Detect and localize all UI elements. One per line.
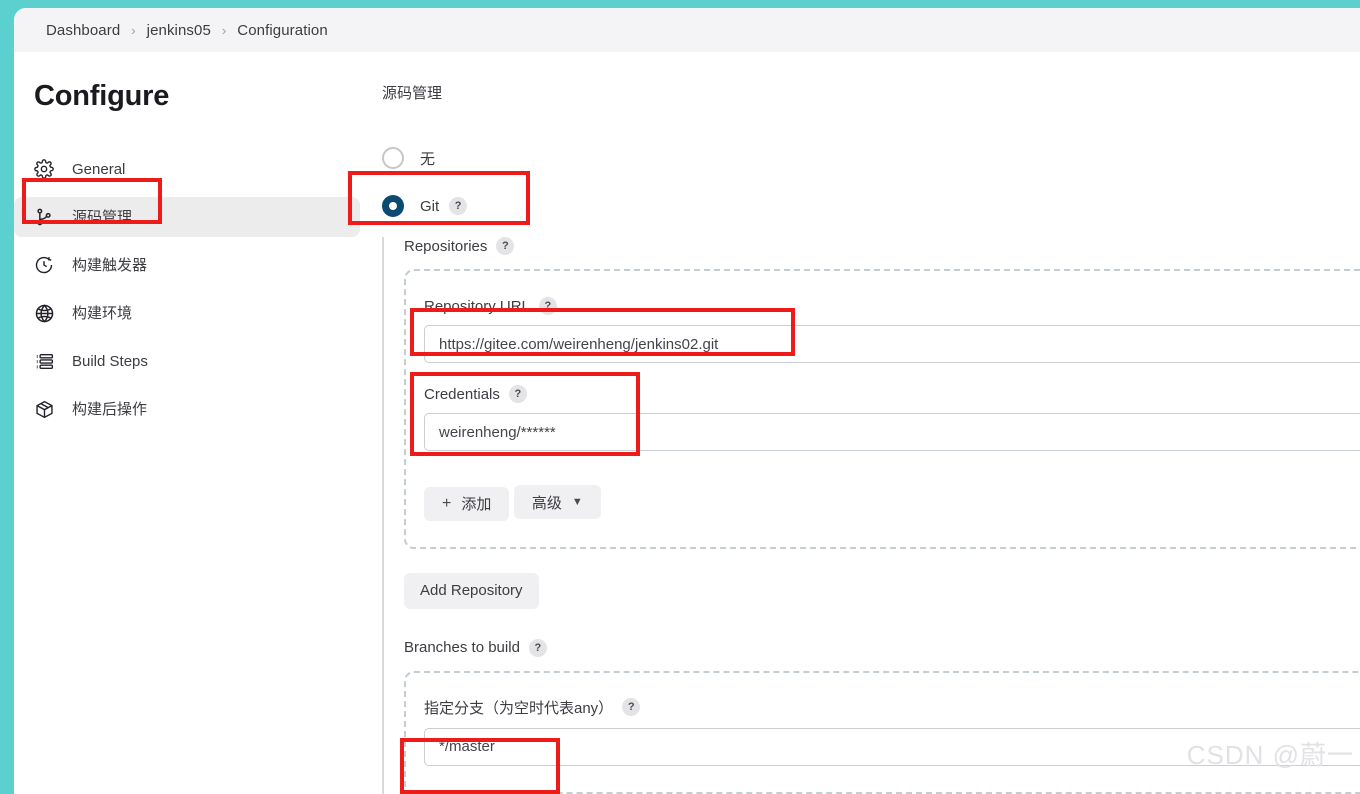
branches-label-row: Branches to build ? [404,638,1360,657]
advanced-label: 高级 [531,494,562,512]
breadcrumb-item-configuration[interactable]: Configuration [237,22,328,39]
sidebar-item-build-steps[interactable]: Build Steps [14,341,360,381]
sidebar-item-label: 构建环境 [72,304,133,322]
radio-none[interactable] [382,147,404,169]
repository-group: Repository URL ? https://gitee.com/weire… [404,269,1360,549]
breadcrumb-separator-icon: › [131,22,136,38]
credentials-label-row: Credentials ? [424,385,1360,403]
help-icon[interactable]: ? [496,237,515,255]
credentials-label: Credentials [424,385,500,403]
breadcrumb-item-jenkins05[interactable]: jenkins05 [147,22,211,39]
package-icon [32,397,56,421]
credentials-field: Credentials ? weirenheng/****** [424,385,1360,451]
advanced-button[interactable]: 高级 ▼ [513,485,601,519]
sidebar: Configure General 源码管理 构建触发器 构建环境 Build … [14,52,360,794]
repositories-label-row: Repositories ? [404,237,1360,255]
main-content: 源码管理 无 Git ? Repositories ? Repository U… [360,52,1360,794]
repository-url-label-row: Repository URL ? [424,297,1360,315]
branches-to-build-label: Branches to build [404,639,520,656]
add-credentials-button[interactable]: + 添加 [424,486,510,521]
scm-option-label: 无 [420,150,436,168]
list-icon [32,349,56,373]
repositories-label: Repositories [404,237,488,255]
browser-page: Dashboard › jenkins05 › Configuration Co… [14,8,1360,794]
branch-specifier-label-row: 指定分支（为空时代表any） ? [424,697,1360,718]
gear-icon [32,157,56,181]
sidebar-item-post-build-actions[interactable]: 构建后操作 [14,389,360,429]
section-title: 源码管理 [382,85,443,102]
sidebar-item-label: Build Steps [72,352,148,370]
scm-option-none[interactable]: 无 [360,141,1360,175]
plus-icon: + [442,494,452,512]
add-repository-button[interactable]: Add Repository [404,572,539,609]
scm-option-git[interactable]: Git ? [360,189,1360,223]
breadcrumb-item-dashboard[interactable]: Dashboard [46,22,120,39]
add-credentials-label: 添加 [461,496,492,513]
branch-group: 指定分支（为空时代表any） ? */master [404,670,1360,794]
help-icon[interactable]: ? [449,197,468,215]
help-icon[interactable]: ? [528,638,547,657]
git-branch-icon [32,205,56,229]
scm-option-label: Git [420,197,440,215]
sidebar-item-label: 构建后操作 [72,400,148,418]
page-title: Configure [34,80,170,112]
branch-specifier-label: 指定分支（为空时代表any） [424,699,614,717]
help-icon[interactable]: ? [622,698,641,716]
sidebar-item-general[interactable]: General [14,149,360,189]
breadcrumb: Dashboard › jenkins05 › Configuration [14,8,1360,52]
sidebar-item-build-triggers[interactable]: 构建触发器 [14,245,360,285]
radio-git[interactable] [382,195,404,217]
sidebar-item-label: 源码管理 [72,208,133,226]
help-icon[interactable]: ? [508,385,527,403]
chevron-down-icon: ▼ [571,496,583,508]
repository-url-label: Repository URL [424,297,530,315]
breadcrumb-separator-icon: › [221,22,227,38]
credentials-select[interactable]: weirenheng/****** [424,413,1360,451]
sidebar-item-build-environment[interactable]: 构建环境 [14,293,360,333]
page-body: Configure General 源码管理 构建触发器 构建环境 Build … [14,52,1360,794]
help-icon[interactable]: ? [538,297,557,315]
git-config-block: Repositories ? Repository URL ? https://… [382,237,1360,794]
sidebar-item-source-code-management[interactable]: 源码管理 [14,197,360,237]
sidebar-item-label: 构建触发器 [72,256,148,274]
clock-icon [32,253,56,277]
repository-url-field: Repository URL ? https://gitee.com/weire… [424,297,1360,363]
sidebar-item-label: General [72,160,126,178]
globe-icon [32,301,56,325]
watermark: CSDN @蔚一 [1186,740,1354,770]
repository-url-input[interactable]: https://gitee.com/weirenheng/jenkins02.g… [424,325,1360,363]
